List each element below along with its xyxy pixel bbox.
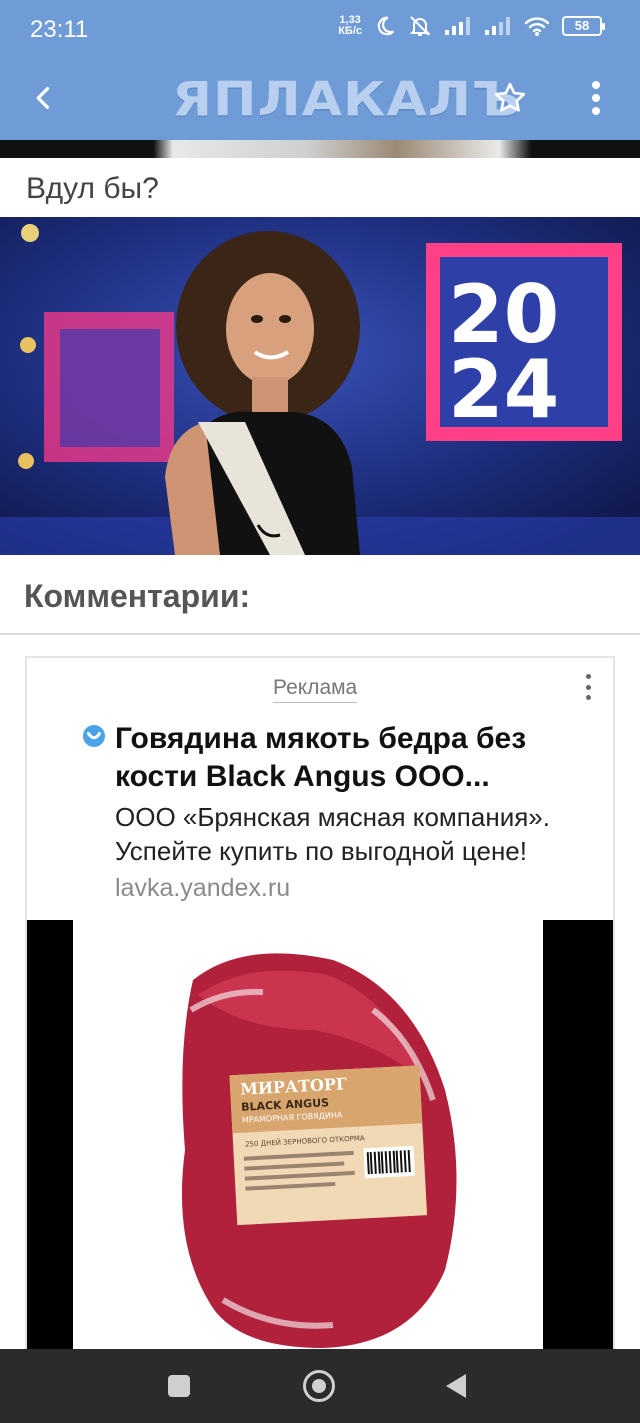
mute-icon bbox=[409, 16, 431, 36]
home-icon[interactable] bbox=[303, 1370, 335, 1402]
ad-image-background: МИРАТОРГ BLACK ANGUS МРАМОРНАЯ ГОВЯДИНА … bbox=[73, 920, 543, 1354]
dot bbox=[585, 695, 591, 700]
status-icons: 1,33 КБ/с 58 bbox=[338, 14, 605, 38]
back-button[interactable] bbox=[20, 74, 68, 122]
ad-title[interactable]: Говядина мякоть бедра без кости Black An… bbox=[115, 720, 605, 796]
back-triangle-icon[interactable] bbox=[446, 1374, 466, 1398]
meat-product-image: МИРАТОРГ BLACK ANGUS МРАМОРНАЯ ГОВЯДИНА … bbox=[181, 953, 457, 1348]
verified-badge-icon bbox=[83, 725, 105, 747]
app-bar: ЯПЛАКАЛЪ bbox=[0, 60, 640, 140]
post-photo[interactable]: 20 24 bbox=[0, 217, 640, 555]
divider bbox=[0, 633, 640, 635]
network-speed-unit: КБ/с bbox=[338, 25, 362, 37]
status-bar: 23:11 1,33 КБ/с 58 bbox=[0, 0, 640, 60]
dot bbox=[585, 674, 591, 679]
ad-domain-link[interactable]: lavka.yandex.ru bbox=[115, 874, 290, 903]
recent-apps-icon[interactable] bbox=[168, 1375, 190, 1397]
battery-icon: 58 bbox=[562, 16, 605, 36]
comments-heading: Комментарии: bbox=[24, 578, 251, 614]
network-speed: 1,33 КБ/с bbox=[338, 15, 362, 37]
top-bar: 23:11 1,33 КБ/с 58 ЯПЛАКАЛЪ bbox=[0, 0, 640, 140]
dot bbox=[585, 684, 591, 690]
photo-illustration: 20 24 bbox=[0, 217, 640, 555]
star-icon bbox=[494, 82, 526, 112]
more-vertical-icon bbox=[592, 81, 600, 115]
wifi-icon bbox=[524, 17, 550, 36]
back-arrow-icon bbox=[36, 87, 50, 109]
post-caption: Вдул бы? bbox=[26, 172, 159, 205]
system-nav-bar bbox=[0, 1349, 640, 1423]
favorite-button[interactable] bbox=[486, 74, 534, 122]
more-options-button[interactable] bbox=[572, 74, 620, 122]
app-logo[interactable]: ЯПЛАКАЛЪ bbox=[172, 73, 522, 127]
ad-label: Реклама bbox=[273, 676, 358, 703]
status-time: 23:11 bbox=[30, 16, 89, 43]
previous-photo-strip bbox=[0, 140, 640, 158]
signal-icon bbox=[445, 17, 470, 35]
svg-text:24: 24 bbox=[448, 343, 559, 436]
ad-card[interactable]: Реклама Говядина мякоть бедра без кости … bbox=[25, 656, 615, 1356]
ad-image[interactable]: МИРАТОРГ BLACK ANGUS МРАМОРНАЯ ГОВЯДИНА … bbox=[27, 920, 613, 1354]
ad-text: ООО «Брянская мясная компания». Успейте … bbox=[115, 802, 550, 866]
signal-icon bbox=[485, 17, 510, 35]
ad-options-button[interactable] bbox=[575, 670, 601, 704]
moon-icon bbox=[377, 16, 395, 36]
